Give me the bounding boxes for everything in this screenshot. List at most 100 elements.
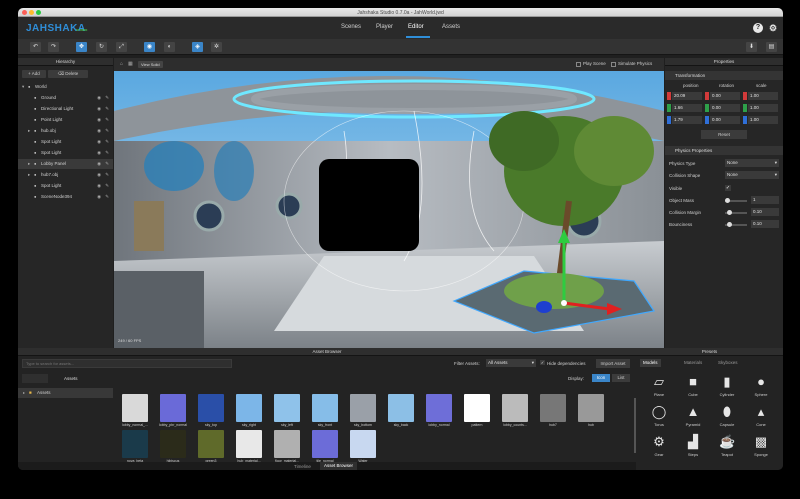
hierarchy-item[interactable]: ▸ ● hub7.obj ◉ ✎ xyxy=(18,170,113,180)
position-x-field[interactable]: 20.09 xyxy=(672,92,702,100)
menu-player[interactable]: Player xyxy=(376,24,393,30)
undo-icon[interactable]: ↶ xyxy=(30,42,41,52)
hierarchy-item[interactable]: ● SceneNode394 ◉ ✎ xyxy=(18,192,113,202)
asset-search-input[interactable] xyxy=(22,359,232,368)
steps-icon[interactable]: ▟ xyxy=(685,434,701,450)
menu-scenes[interactable]: Scenes xyxy=(341,24,361,30)
filter-assets-select[interactable]: All Assets ▾ xyxy=(486,359,536,367)
hide-dependencies-checkbox[interactable]: ✓ xyxy=(540,360,545,365)
torus-icon[interactable]: ◯ xyxy=(651,404,667,420)
asset-thumbnail[interactable] xyxy=(312,394,338,422)
position-y-field[interactable]: 1.66 xyxy=(672,104,702,112)
edit-icon[interactable]: ✎ xyxy=(105,159,109,169)
rotation-y-field[interactable]: 0.00 xyxy=(710,104,740,112)
gear-shape-icon[interactable]: ⚙ xyxy=(651,434,667,450)
global-space-icon[interactable]: ◉ xyxy=(144,42,155,52)
hierarchy-item[interactable]: ● Directional Light ◉ ✎ xyxy=(18,104,113,114)
cube-icon[interactable]: ■ xyxy=(685,374,701,390)
redo-icon[interactable]: ↷ xyxy=(48,42,59,52)
hierarchy-item[interactable]: ● Ground ◉ ✎ xyxy=(18,93,113,103)
camera-icon[interactable]: ⌂ xyxy=(120,61,123,67)
asset-thumbnail[interactable] xyxy=(198,394,224,422)
asset-thumbnail[interactable] xyxy=(464,394,490,422)
import-asset-button[interactable]: Import Asset xyxy=(596,359,630,368)
edit-icon[interactable]: ✎ xyxy=(105,137,109,147)
visibility-eye-icon[interactable]: ◉ xyxy=(97,137,101,147)
camera-view-icon[interactable]: ◈ xyxy=(192,42,203,52)
delete-node-button[interactable]: ⌫ Delete xyxy=(48,70,88,78)
tab-timeline[interactable]: Timeline xyxy=(294,464,311,469)
bounciness-field[interactable]: 0.10 xyxy=(751,220,779,228)
play-scene-checkbox[interactable] xyxy=(576,61,581,67)
grid-icon[interactable]: ▦ xyxy=(128,61,133,67)
translate-tool-icon[interactable]: ✥ xyxy=(76,42,87,52)
object-mass-field[interactable]: 1 xyxy=(751,196,779,204)
physics-type-select[interactable]: None ▾ xyxy=(725,159,779,167)
hierarchy-item[interactable]: ● Spot Light ◉ ✎ xyxy=(18,137,113,147)
physics-properties-header[interactable]: Physics Properties xyxy=(665,146,783,155)
display-list-button[interactable]: List xyxy=(612,374,630,382)
menu-assets[interactable]: Assets xyxy=(442,24,460,30)
add-node-button[interactable]: + Add xyxy=(22,70,46,78)
folder-controls[interactable] xyxy=(22,374,48,383)
asset-thumbnail[interactable] xyxy=(578,394,604,422)
asset-thumbnail[interactable] xyxy=(160,394,186,422)
scene-viewport[interactable]: ⌂ ▦ View Solid Play Scene Simulate Physi… xyxy=(114,58,664,348)
visibility-eye-icon[interactable]: ◉ xyxy=(97,93,101,103)
expand-arrow-icon[interactable]: ▸ xyxy=(28,159,30,169)
simulate-physics-checkbox[interactable] xyxy=(611,61,616,67)
sponge-icon[interactable]: ▩ xyxy=(753,434,769,450)
tab-models[interactable]: Models xyxy=(640,359,661,367)
edit-icon[interactable]: ✎ xyxy=(105,104,109,114)
asset-thumbnail[interactable] xyxy=(198,430,224,458)
export-icon[interactable]: ▤ xyxy=(766,42,777,52)
edit-icon[interactable]: ✎ xyxy=(105,192,109,202)
hierarchy-item[interactable]: ▸ ● hub.obj ◉ ✎ xyxy=(18,126,113,136)
assets-folder-item[interactable]: ▸ ■ Assets xyxy=(18,388,113,398)
edit-icon[interactable]: ✎ xyxy=(105,93,109,103)
snap-icon[interactable]: ✲ xyxy=(211,42,222,52)
rotation-z-field[interactable]: 0.00 xyxy=(710,116,740,124)
collision-margin-slider-handle[interactable] xyxy=(727,210,732,215)
asset-thumbnail[interactable] xyxy=(160,430,186,458)
tab-asset-browser[interactable]: Asset Browser xyxy=(320,462,358,470)
visibility-eye-icon[interactable]: ◉ xyxy=(97,159,101,169)
hierarchy-item[interactable]: ● Spot Light ◉ ✎ xyxy=(18,148,113,158)
asset-thumbnail[interactable] xyxy=(236,430,262,458)
collision-margin-field[interactable]: 0.10 xyxy=(751,208,779,216)
edit-icon[interactable]: ✎ xyxy=(105,126,109,136)
visible-checkbox[interactable]: ✓ xyxy=(725,185,731,191)
reset-transform-button[interactable]: Reset xyxy=(701,130,747,139)
download-icon[interactable]: ⬇ xyxy=(746,42,757,52)
capsule-icon[interactable]: ⬮ xyxy=(719,404,735,420)
asset-thumbnail[interactable] xyxy=(350,394,376,422)
object-mass-slider-handle[interactable] xyxy=(725,198,730,203)
asset-thumbnail[interactable] xyxy=(236,394,262,422)
visibility-eye-icon[interactable]: ◉ xyxy=(97,181,101,191)
asset-thumbnail[interactable] xyxy=(274,394,300,422)
hierarchy-item[interactable]: ▾ ● World xyxy=(18,82,113,92)
edit-icon[interactable]: ✎ xyxy=(105,115,109,125)
cone-icon[interactable]: ▴ xyxy=(753,404,769,420)
visibility-eye-icon[interactable]: ◉ xyxy=(97,170,101,180)
collapse-arrow-icon[interactable]: ▾ xyxy=(22,82,24,92)
rotate-tool-icon[interactable]: ↻ xyxy=(96,42,107,52)
hierarchy-item[interactable]: ▸ ● Lobby Panel ◉ ✎ xyxy=(18,159,113,169)
expand-arrow-icon[interactable]: ▸ xyxy=(28,170,30,180)
bounciness-slider-handle[interactable] xyxy=(727,222,732,227)
hierarchy-item[interactable]: ● Spot Light ◉ ✎ xyxy=(18,181,113,191)
sphere-icon[interactable]: ● xyxy=(753,374,769,390)
teapot-icon[interactable]: ☕ xyxy=(719,434,735,450)
asset-thumbnail[interactable] xyxy=(312,430,338,458)
scale-z-field[interactable]: 1.00 xyxy=(748,116,778,124)
plane-icon[interactable]: ▱ xyxy=(651,374,667,390)
view-solid-dropdown[interactable]: View Solid xyxy=(138,61,163,68)
menu-editor[interactable]: Editor xyxy=(408,24,424,30)
asset-thumbnail[interactable] xyxy=(426,394,452,422)
edit-icon[interactable]: ✎ xyxy=(105,181,109,191)
expand-arrow-icon[interactable]: ▸ xyxy=(28,126,30,136)
visibility-eye-icon[interactable]: ◉ xyxy=(97,115,101,125)
asset-thumbnail[interactable] xyxy=(502,394,528,422)
settings-gear-icon[interactable]: ⚙ xyxy=(768,23,778,33)
hierarchy-item[interactable]: ● Point Light ◉ ✎ xyxy=(18,115,113,125)
